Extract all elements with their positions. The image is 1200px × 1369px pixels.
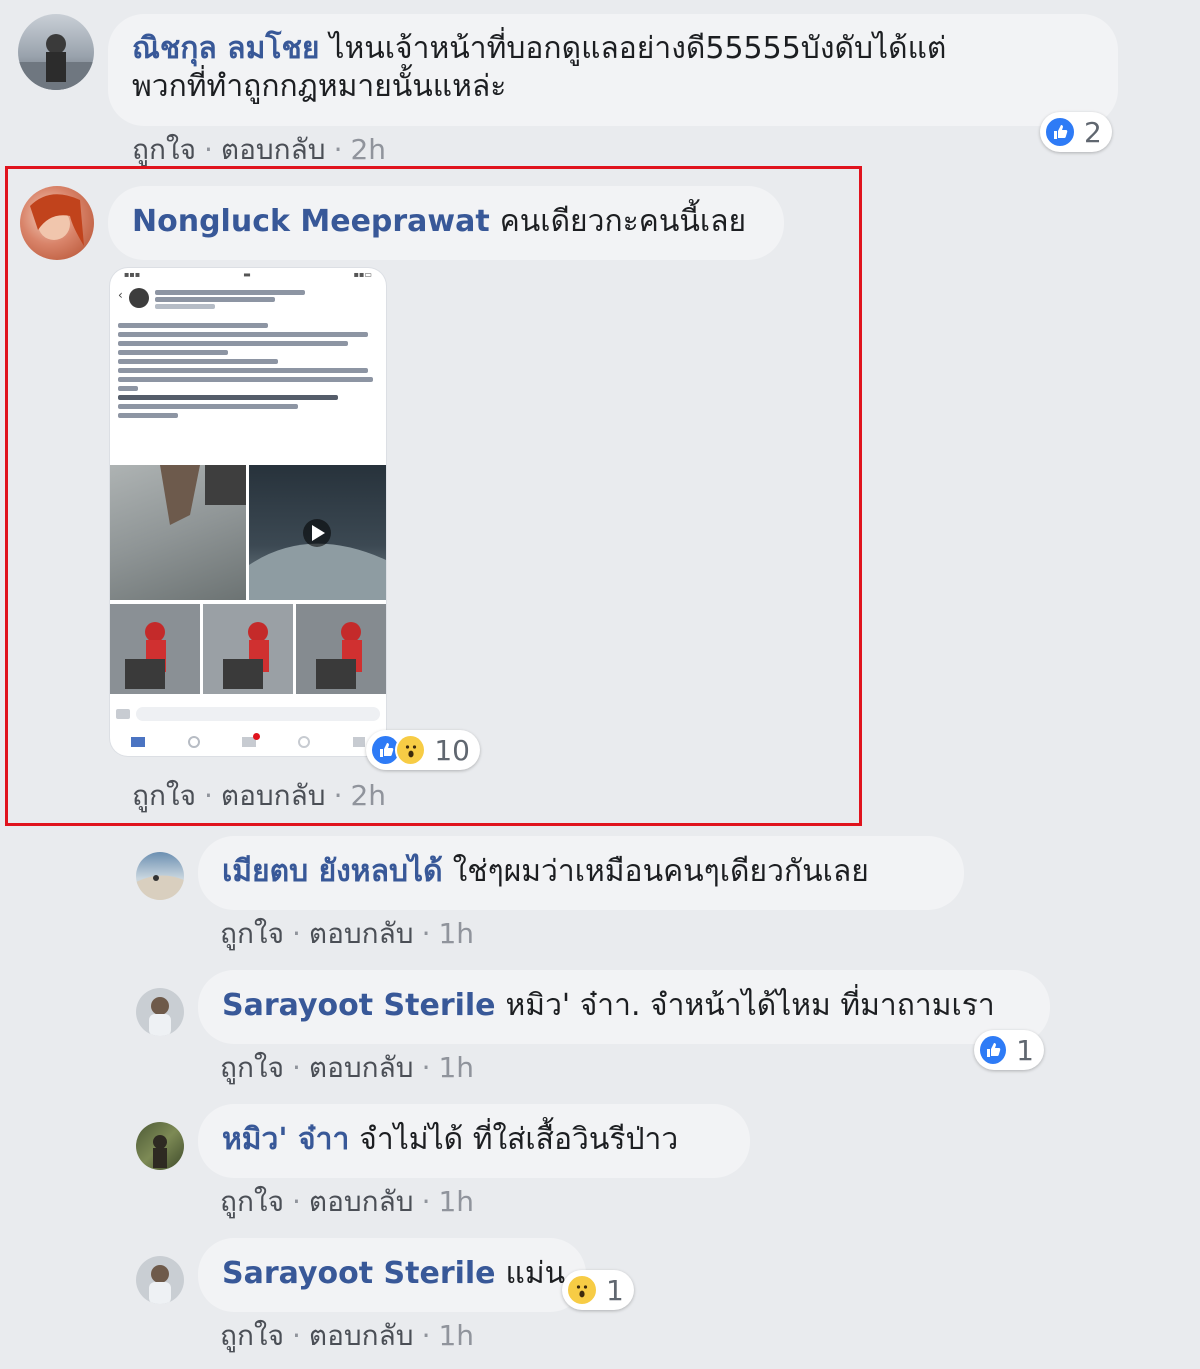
comment-text: คนเดียวกะคนนี้เลย [499,204,747,239]
comment-text: ใช่ๆผมว่าเหมือนคนๆเดียวกันเลย [452,854,869,889]
screenshot-post-header: ‹ [110,282,386,317]
comment-bubble: ณิชกุล ลมโชย ไหนเจ้าหน้าที่บอกดูแลอย่างดี… [108,14,1118,126]
wow-reaction-icon [395,734,427,766]
comment-author[interactable]: เมียตบ ยังหลบได้ [222,854,443,889]
like-link[interactable]: ถูกใจ [220,1051,284,1084]
like-link[interactable]: ถูกใจ [132,133,196,166]
comment-author[interactable]: Nongluck Meeprawat [132,204,490,239]
screenshot-photo [110,604,200,694]
person-photo-icon [30,194,84,246]
reply-link[interactable]: ตอบกลับ [309,917,414,950]
reaction-count: 1 [606,1273,624,1307]
person-photo-icon [18,34,94,90]
reply-link[interactable]: ตอบกลับ [309,1185,414,1218]
comment-author[interactable]: ณิชกุล ลมโชย [132,31,319,66]
timestamp[interactable]: 1h [438,1185,474,1218]
screenshot-photo-row-bottom [110,604,386,694]
battery-icon: ▪▪▭ [353,270,372,279]
comment-bubble: Sarayoot Sterile หมิว' จ๋าา. จำหน้าได้ไหม… [198,970,1050,1044]
screenshot-avatar [128,288,149,308]
comment-actions: ถูกใจ · ตอบกลับ · 1h [220,1051,475,1084]
person-photo-icon [153,1135,167,1168]
avatar[interactable] [136,1256,184,1304]
comment-actions: ถูกใจ · ตอบกลับ · 2h [132,133,387,166]
reply-link[interactable]: ตอบกลับ [309,1319,414,1352]
avatar[interactable] [20,186,94,260]
reaction-summary[interactable]: 1 [974,1030,1044,1070]
time-indicator: ▬ [243,270,251,279]
back-arrow-icon: ‹ [118,288,123,302]
screenshot-photo [203,604,293,694]
phone-status-bar: ▪▪▪ ▬ ▪▪▭ [110,268,386,282]
comment-actions: ถูกใจ · ตอบกลับ · 1h [220,1185,475,1218]
comment-bubble: Nongluck Meeprawat คนเดียวกะคนนี้เลย [108,186,784,260]
signal-icon: ▪▪▪ [124,270,141,279]
like-link[interactable]: ถูกใจ [220,1185,284,1218]
reaction-summary[interactable]: 10 [366,730,480,770]
like-link[interactable]: ถูกใจ [220,1319,284,1352]
timestamp[interactable]: 2h [350,779,386,812]
screenshot-tab-bar [110,732,386,752]
like-reaction-icon [978,1034,1009,1066]
reply-link[interactable]: ตอบกลับ [221,779,326,812]
screenshot-photo-row-top [110,465,386,600]
like-reaction-icon [1044,116,1076,148]
timestamp[interactable]: 2h [350,133,386,166]
comment-bubble: Sarayoot Sterile แม่น [198,1238,586,1312]
comment-actions: ถูกใจ · ตอบกลับ · 1h [220,1319,475,1352]
screenshot-photo [110,465,246,600]
comment-bubble: หมิว' จ๋าา จำไม่ได้ ที่ใส่เสื้อวินรีป่าว [198,1104,750,1178]
timestamp[interactable]: 1h [438,1319,474,1352]
comment-author[interactable]: หมิว' จ๋าา [222,1122,349,1157]
reply-link[interactable]: ตอบกลับ [309,1051,414,1084]
comment-author[interactable]: Sarayoot Sterile [222,1256,496,1291]
avatar[interactable] [136,988,184,1036]
reaction-summary[interactable]: 1 [562,1270,634,1310]
wow-reaction-icon [566,1274,598,1306]
comment-author[interactable]: Sarayoot Sterile [222,988,496,1023]
like-link[interactable]: ถูกใจ [220,917,284,950]
avatar[interactable] [136,852,184,900]
comment-actions: ถูกใจ · ตอบกลับ · 1h [220,917,475,950]
screenshot-comment-bar [116,704,380,724]
comment-text: แม่น [505,1256,566,1291]
comment-text-line2: พวกที่ทำถูกกฎหมายนั้นแหล่ะ [132,69,507,104]
timestamp[interactable]: 1h [438,1051,474,1084]
screenshot-photo [296,604,386,694]
person-photo-icon [136,875,184,900]
reaction-count: 10 [434,733,470,767]
comment-text: ไหนเจ้าหน้าที่บอกดูแลอย่างดี55555บังดับไ… [329,31,947,66]
comment-text: จำไม่ได้ ที่ใส่เสื้อวินรีป่าว [359,1122,679,1157]
attached-screenshot[interactable]: ▪▪▪ ▬ ▪▪▭ ‹ [110,268,386,756]
reaction-summary[interactable]: 2 [1040,112,1112,152]
comment-text: หมิว' จ๋าา. จำหน้าได้ไหม ที่มาถามเรา [505,988,995,1023]
reply-link[interactable]: ตอบกลับ [221,133,326,166]
reaction-count: 1 [1016,1033,1034,1067]
person-photo-icon [149,997,171,1036]
avatar[interactable] [18,14,94,90]
like-link[interactable]: ถูกใจ [132,779,196,812]
person-photo-icon [149,1265,171,1304]
comment-actions: ถูกใจ · ตอบกลับ · 2h [132,779,387,812]
screenshot-post-text [110,323,386,418]
timestamp[interactable]: 1h [438,917,474,950]
comment-bubble: เมียตบ ยังหลบได้ ใช่ๆผมว่าเหมือนคนๆเดียวก… [198,836,964,910]
reaction-count: 2 [1084,115,1102,149]
avatar[interactable] [136,1122,184,1170]
screenshot-video [249,465,386,600]
